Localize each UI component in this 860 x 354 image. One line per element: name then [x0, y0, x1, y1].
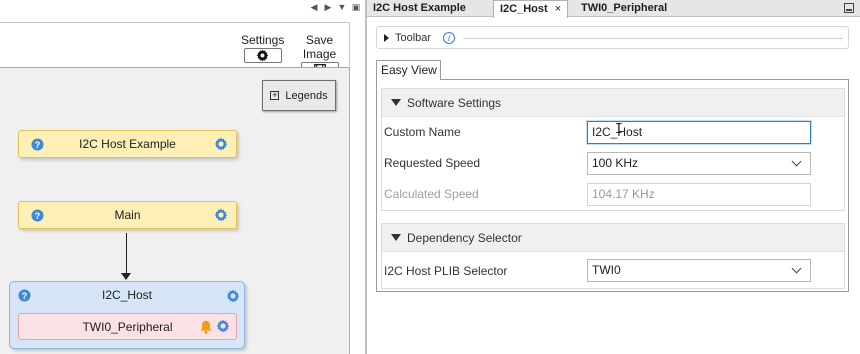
component-node-main[interactable]: ? Main [18, 201, 237, 229]
tab-label: I2C_Host [500, 3, 548, 15]
software-settings-section: Software Settings Custom Name I2C_Host I… [381, 88, 845, 211]
close-icon[interactable]: × [555, 3, 561, 15]
tab-i2c-host[interactable]: I2C_Host × [493, 0, 569, 18]
gear-icon [256, 49, 269, 62]
settings-label: Settings [241, 33, 285, 47]
node-label: TWI0_Peripheral [82, 319, 173, 334]
pane-nav-controls: ◀ ▶ ▼ ▣ [309, 1, 361, 13]
component-group-i2c-host[interactable]: ? I2C_Host TWI0_Peripheral [9, 281, 245, 349]
chevron-down-icon [791, 156, 802, 167]
requested-speed-label: Requested Speed [384, 156, 481, 170]
warning-bell-icon[interactable] [200, 320, 212, 334]
component-node-twi0-peripheral[interactable]: TWI0_Peripheral [18, 313, 237, 340]
tab-label: TWI0_Peripheral [581, 2, 668, 14]
plib-selector-value: TWI0 [592, 263, 621, 277]
graph-toolbar: Settings Save Image [0, 22, 350, 77]
dependency-selector-header[interactable]: Dependency Selector [382, 224, 844, 252]
node-label: I2C Host Example [79, 137, 176, 151]
help-icon[interactable]: ? [31, 138, 44, 151]
legends-label: Legends [285, 89, 328, 102]
dependency-selector-section: Dependency Selector I2C Host PLIB Select… [381, 223, 845, 289]
group-title: I2C_Host [101, 288, 153, 302]
component-node-host-example[interactable]: ? I2C Host Example [18, 130, 237, 158]
toolbar-divider [463, 38, 843, 39]
expand-plus-icon: + [270, 90, 280, 100]
toolbar-label: Toolbar [395, 32, 432, 44]
svg-text:?: ? [35, 211, 41, 221]
project-graph-pane: ◀ ▶ ▼ ▣ Settings Save Image + Legends ? … [0, 0, 365, 354]
custom-name-label: Custom Name [384, 125, 461, 139]
custom-name-input[interactable]: I2C_Host I [587, 121, 811, 144]
software-settings-header[interactable]: Software Settings [382, 89, 844, 117]
text-cursor-icon: I [615, 122, 623, 137]
config-gear-icon[interactable] [214, 208, 228, 222]
tab-i2c-host-example[interactable]: I2C Host Example [367, 0, 472, 17]
configuration-pane: I2C Host Example I2C_Host × TWI0_Peripher… [367, 0, 860, 354]
app-window: ◀ ▶ ▼ ▣ Settings Save Image + Legends ? … [0, 0, 860, 354]
tab-label: I2C Host Example [373, 2, 466, 14]
component-tabs: I2C Host Example I2C_Host × TWI0_Peripher… [367, 0, 860, 18]
easy-view-panel: Software Settings Custom Name I2C_Host I… [376, 79, 849, 292]
info-icon[interactable]: i [443, 32, 455, 44]
scroll-right-icon[interactable]: ▶ [323, 1, 333, 13]
config-gear-icon[interactable] [216, 319, 230, 333]
calculated-speed-value: 104.17 KHz [592, 187, 655, 201]
settings-tool: Settings [241, 33, 284, 63]
collapse-triangle-icon[interactable] [391, 99, 401, 106]
calculated-speed-field: 104.17 KHz [587, 183, 811, 206]
chevron-down-icon [791, 263, 802, 274]
node-label: Main [114, 208, 141, 222]
plib-selector-label: I2C Host PLIB Selector [384, 264, 508, 278]
pane-top-strip: ◀ ▶ ▼ ▣ [0, 0, 365, 16]
requested-speed-value: 100 KHz [592, 156, 639, 170]
legends-button[interactable]: + Legends [262, 80, 336, 111]
tab-twi0-peripheral[interactable]: TWI0_Peripheral [575, 0, 673, 17]
config-gear-icon[interactable] [214, 137, 228, 151]
connector-arrowhead [121, 273, 131, 280]
tab-easy-view[interactable]: Easy View [376, 60, 441, 80]
minimize-icon[interactable] [844, 3, 854, 13]
expand-triangle-icon[interactable] [384, 34, 389, 42]
scroll-left-icon[interactable]: ◀ [309, 1, 319, 13]
svg-text:?: ? [35, 140, 41, 150]
dropdown-icon[interactable]: ▼ [337, 1, 347, 13]
requested-speed-select[interactable]: 100 KHz [587, 152, 811, 175]
custom-name-row: Custom Name I2C_Host I [382, 117, 844, 148]
requested-speed-row: Requested Speed 100 KHz [382, 148, 844, 179]
section-title: Software Settings [407, 96, 502, 110]
save-image-label: Save Image [302, 33, 337, 61]
config-gear-icon[interactable] [226, 289, 240, 303]
toolbar-collapsible[interactable]: Toolbar i [376, 26, 849, 49]
help-icon[interactable]: ? [31, 209, 44, 222]
graph-canvas[interactable]: + Legends ? I2C Host Example ? Main ? I2… [0, 67, 350, 354]
maximize-icon[interactable]: ▣ [351, 1, 361, 13]
plib-selector-row: I2C Host PLIB Selector TWI0 [382, 252, 844, 288]
calculated-speed-row: Calculated Speed 104.17 KHz [382, 179, 844, 210]
plib-selector-select[interactable]: TWI0 [587, 259, 811, 282]
dependency-connector [126, 233, 127, 275]
collapse-triangle-icon[interactable] [391, 234, 401, 241]
section-title: Dependency Selector [407, 231, 522, 245]
calculated-speed-label: Calculated Speed [384, 187, 479, 201]
settings-button[interactable] [243, 48, 282, 63]
